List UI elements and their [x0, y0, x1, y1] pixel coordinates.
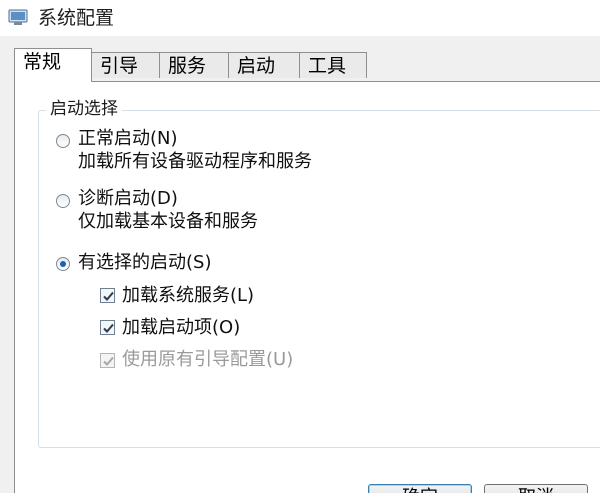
use-original-boot-config-checkbox — [100, 353, 115, 368]
checkmark-icon — [103, 291, 114, 301]
tab-tools[interactable]: 工具 — [299, 52, 367, 78]
system-config-window: 系统配置 常规 引导 服务 启动 工具 启动选择 正常启动(N) 加载所有设备驱… — [0, 0, 600, 493]
tab-startup[interactable]: 启动 — [228, 52, 300, 78]
selective-startup-label[interactable]: 有选择的启动(S) — [78, 251, 211, 275]
tab-services[interactable]: 服务 — [159, 52, 229, 78]
ok-button[interactable]: 确定 — [368, 484, 472, 493]
tab-label: 常规 — [23, 51, 62, 73]
normal-startup-description: 加载所有设备驱动程序和服务 — [78, 151, 312, 172]
normal-startup-radio[interactable] — [56, 134, 70, 148]
window-title: 系统配置 — [38, 7, 115, 29]
selective-startup-radio[interactable] — [56, 257, 70, 271]
ok-button-label: 确定 — [402, 487, 438, 493]
tab-label: 引导 — [100, 55, 139, 77]
checkmark-icon — [103, 356, 114, 366]
tab-label: 启动 — [237, 55, 276, 77]
tab-boot[interactable]: 引导 — [91, 52, 160, 78]
normal-startup-label[interactable]: 正常启动(N) — [78, 127, 178, 151]
use-original-boot-config-label: 使用原有引导配置(U) — [122, 349, 294, 370]
cancel-button-label: 取消 — [518, 487, 554, 493]
msconfig-app-icon — [8, 9, 28, 26]
load-system-services-checkbox[interactable] — [100, 288, 115, 303]
tab-strip: 常规 引导 服务 启动 工具 — [0, 48, 600, 82]
tab-label: 工具 — [308, 55, 347, 77]
tab-general[interactable]: 常规 — [14, 48, 92, 82]
group-label: 启动选择 — [46, 97, 122, 121]
diagnostic-startup-description: 仅加载基本设备和服务 — [78, 211, 258, 232]
diagnostic-startup-radio[interactable] — [56, 194, 70, 208]
load-startup-items-label[interactable]: 加载启动项(O) — [122, 316, 240, 340]
load-startup-items-checkbox[interactable] — [100, 320, 115, 335]
title-bar: 系统配置 — [0, 0, 600, 36]
tab-label: 服务 — [168, 55, 207, 77]
checkmark-icon — [103, 323, 114, 333]
load-system-services-label[interactable]: 加载系统服务(L) — [122, 284, 254, 308]
diagnostic-startup-label[interactable]: 诊断启动(D) — [78, 187, 178, 211]
cancel-button[interactable]: 取消 — [484, 484, 588, 493]
